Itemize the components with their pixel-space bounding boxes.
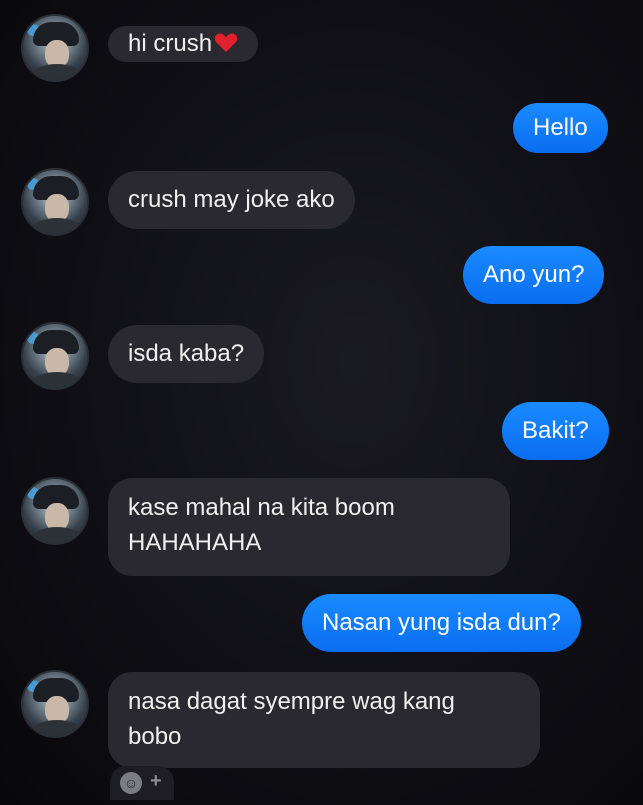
message-text-line: bobo — [128, 723, 182, 750]
message-text: hi crush — [128, 30, 213, 57]
outgoing-message: Nasan yung isda dun? — [302, 594, 581, 652]
incoming-message: hi crush — [108, 26, 259, 62]
emoji-icon[interactable]: ☺ — [120, 772, 142, 794]
reaction-bar[interactable]: ☺ + — [110, 766, 174, 800]
message-text: crush may joke ako — [128, 186, 335, 213]
message-text: Bakit? — [522, 417, 589, 444]
message-text-line: nasa dagat syempre wag kang — [128, 688, 455, 715]
incoming-message: isda kaba? — [108, 325, 265, 383]
message-text-line: HAHAHAHA — [128, 529, 262, 556]
incoming-message: nasa dagat syempre wag kang bobo — [108, 672, 540, 768]
message-text: Ano yun? — [483, 261, 585, 288]
outgoing-message: Hello — [513, 103, 608, 153]
outgoing-message: Ano yun? — [463, 246, 605, 304]
message-text: isda kaba? — [128, 340, 245, 367]
message-text: Hello — [533, 114, 588, 141]
contact-avatar[interactable] — [21, 670, 89, 738]
plus-icon[interactable]: + — [150, 770, 162, 793]
incoming-message: crush may joke ako — [108, 171, 355, 229]
outgoing-message: Bakit? — [502, 402, 609, 460]
message-text: Nasan yung isda dun? — [322, 609, 561, 636]
heart-icon — [214, 33, 238, 52]
contact-avatar[interactable] — [21, 477, 89, 545]
incoming-message: kase mahal na kita boom HAHAHAHA — [108, 478, 510, 576]
contact-avatar[interactable] — [21, 322, 89, 390]
contact-avatar[interactable] — [21, 14, 89, 82]
message-text-line: kase mahal na kita boom — [128, 494, 395, 521]
contact-avatar[interactable] — [21, 168, 89, 236]
